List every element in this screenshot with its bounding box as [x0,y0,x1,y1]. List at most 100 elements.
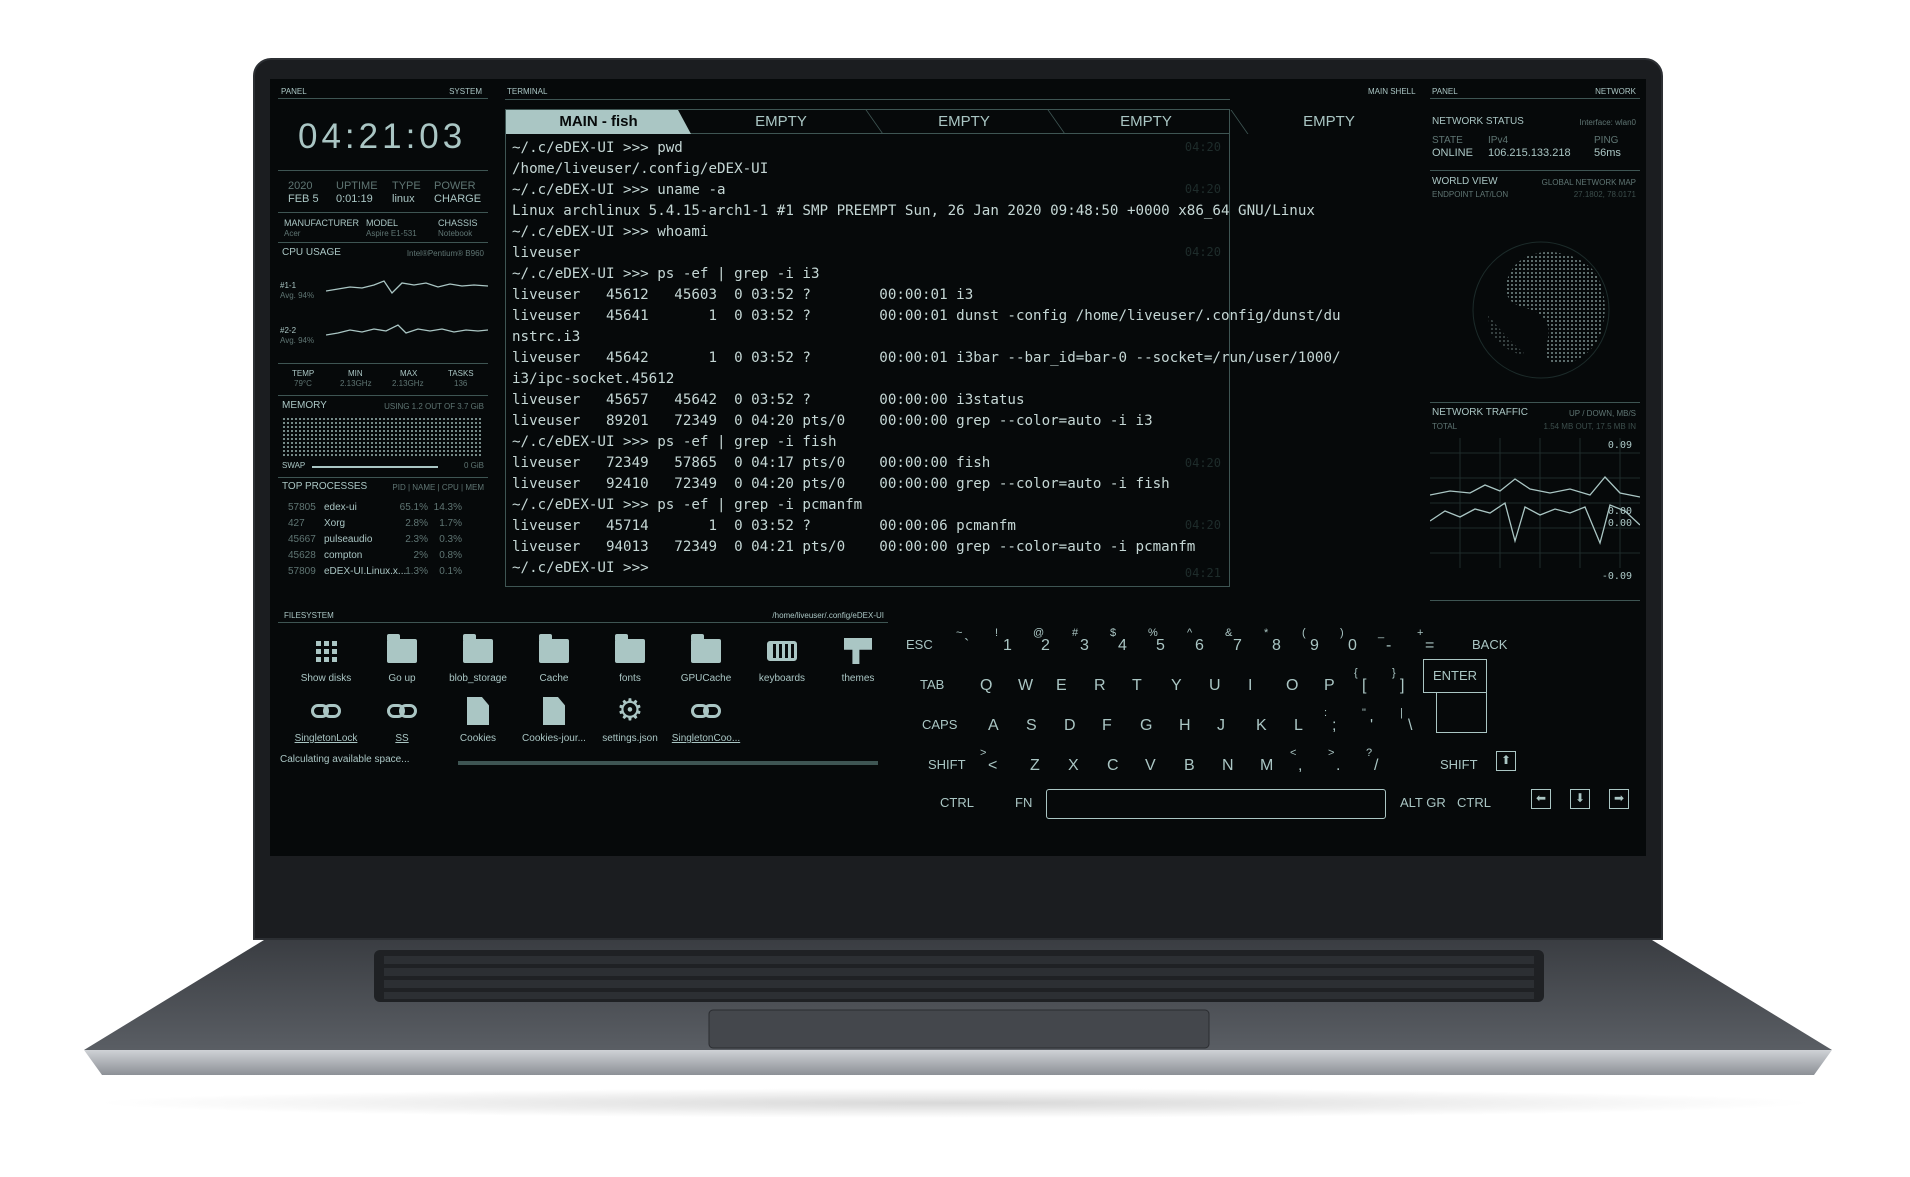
key-shift-label: % [1148,627,1158,639]
ipv4-label: IPv4 [1488,135,1509,146]
key[interactable]: 3 # [1072,627,1089,655]
tab-main-fish[interactable]: MAIN - fish [506,110,691,134]
key[interactable]: T [1132,677,1142,695]
key-label: 7 [1233,637,1242,654]
key[interactable]: O [1286,677,1298,695]
key[interactable]: C [1107,757,1119,775]
prompt-line: ~/.c/eDEX-UI >>> whoami [512,224,709,240]
file-item[interactable]: themes [820,633,896,684]
traffic-scale-mid: 0.00 [1607,506,1632,517]
key[interactable]: Q [980,677,992,695]
key[interactable]: H [1179,717,1191,735]
key[interactable]: F [1102,717,1112,735]
file-item[interactable]: blob_storage [440,633,516,684]
output-line: Linux archlinux 5.4.15-arch1-1 #1 SMP PR… [512,203,1315,219]
tab-empty-4[interactable]: EMPTY [1239,110,1419,134]
key[interactable]: K [1256,717,1267,735]
key[interactable]: B [1184,757,1195,775]
file-item[interactable]: SingletonCoo... [668,693,744,744]
key[interactable]: A [988,717,999,735]
ctrl-right-key[interactable]: CTRL [1457,795,1491,810]
key-label: \ [1408,717,1413,734]
manufacturer-label: MANUFACTURER [284,218,360,228]
right-arrow-icon[interactable]: ➡ [1609,789,1629,809]
key[interactable]: [{ [1354,667,1366,695]
file-item[interactable]: ⚙ settings.json [592,693,668,745]
altgr-key[interactable]: ALT GR [1400,795,1446,810]
link-icon [691,704,721,718]
key[interactable]: . > [1328,747,1340,775]
key[interactable]: U [1209,677,1221,695]
key[interactable]: 5% [1148,627,1165,655]
key[interactable]: , < [1290,747,1302,775]
left-arrow-icon[interactable]: ⬅ [1531,789,1551,809]
key[interactable]: ;: [1324,707,1336,735]
key[interactable]: 0) [1340,627,1357,655]
file-item[interactable]: SingletonLock [288,693,364,744]
fn-key[interactable]: FN [1015,795,1032,810]
key[interactable]: L [1294,717,1303,735]
key[interactable]: 6 ^ [1187,627,1204,655]
key[interactable]: I [1248,677,1252,695]
terminal-window[interactable]: MAIN - fish EMPTY EMPTY EMPTY EMPTY ~/.c… [505,109,1355,587]
key[interactable]: ' " [1362,707,1373,735]
key[interactable]: G [1140,717,1152,735]
process-mem: 0.3% [439,534,462,545]
key[interactable]: E [1056,677,1067,695]
key[interactable]: ` ~ [956,627,969,655]
file-item[interactable]: SS [364,693,440,744]
temp-value: 79°C [294,379,312,388]
key[interactable]: W [1018,677,1033,695]
file-item[interactable]: keyboards [744,633,820,684]
key[interactable]: Z [1030,757,1040,775]
key[interactable]: - _ [1378,627,1391,655]
key[interactable]: ]} [1392,667,1404,695]
key[interactable]: 4 $ [1110,627,1127,655]
up-arrow-icon[interactable]: ⬆ [1496,751,1516,771]
file-item[interactable]: Go up [364,633,440,684]
key-shift-label: > [1328,747,1335,759]
file-item[interactable]: Show disks [288,633,364,684]
tab-empty-2[interactable]: EMPTY [874,110,1054,134]
key[interactable]: 9( [1302,627,1319,655]
key[interactable]: CAPS [922,717,957,732]
process-mem: 14.3% [433,502,462,513]
key[interactable]: 7 & [1225,627,1242,655]
file-label: Cookies [459,733,497,744]
key[interactable]: 2 @ [1033,627,1050,655]
key[interactable]: M [1260,757,1273,775]
key[interactable]: 1! [995,627,1012,655]
space-key[interactable] [1046,789,1386,819]
key[interactable]: X [1068,757,1079,775]
key[interactable]: ESC [906,637,933,652]
key[interactable]: TAB [920,677,944,692]
file-item[interactable]: GPUCache [668,633,744,684]
key[interactable]: SHIFT [928,757,966,772]
key[interactable]: D [1064,717,1076,735]
key[interactable]: N [1222,757,1234,775]
file-item[interactable]: fonts [592,633,668,684]
enter-key-lower[interactable] [1436,693,1487,733]
key[interactable]: BACK [1472,637,1507,652]
key[interactable]: = + [1417,627,1434,655]
key[interactable]: P [1324,677,1335,695]
file-item[interactable]: Cookies [440,693,516,744]
key[interactable]: R [1094,677,1106,695]
key[interactable]: Y [1171,677,1182,695]
key[interactable]: < > [980,747,997,775]
traffic-scale-top: 0.09 [1607,440,1632,451]
key[interactable]: \ | [1400,707,1413,735]
key[interactable]: S [1026,717,1037,735]
tab-empty-1[interactable]: EMPTY [691,110,871,134]
tab-empty-3[interactable]: EMPTY [1056,110,1236,134]
key[interactable]: V [1145,757,1156,775]
key[interactable]: /? [1366,747,1378,775]
file-item[interactable]: Cookies-jour... [516,693,592,744]
file-item[interactable]: Cache [516,633,592,684]
key[interactable]: SHIFT [1440,757,1478,772]
key[interactable]: J [1217,717,1225,735]
down-arrow-icon[interactable]: ⬇ [1570,789,1590,809]
ctrl-key[interactable]: CTRL [940,795,974,810]
enter-key[interactable]: ENTER [1423,659,1487,693]
key[interactable]: 8 * [1264,627,1281,655]
